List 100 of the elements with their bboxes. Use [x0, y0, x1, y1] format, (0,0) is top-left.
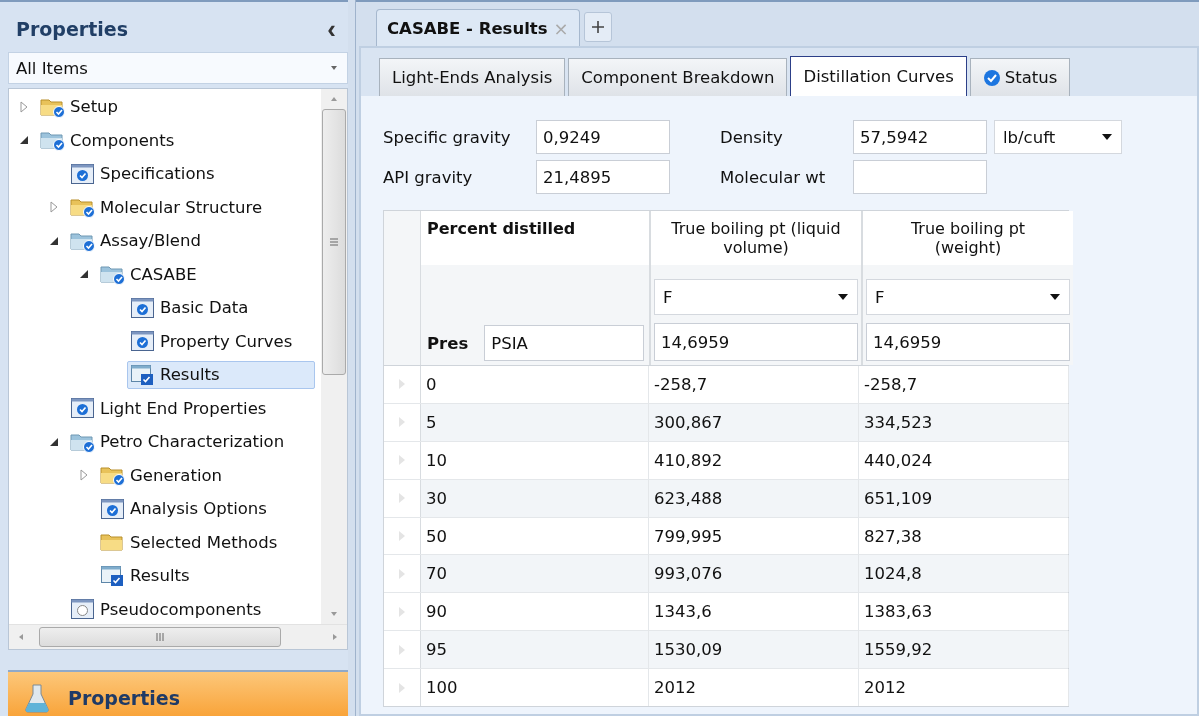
panel-title: Properties — [16, 18, 128, 40]
tree-item[interactable]: Results — [127, 360, 315, 389]
row-arrow-icon[interactable] — [398, 416, 406, 429]
table-cell: 300,867 — [649, 403, 859, 441]
tab[interactable]: Distillation Curves — [790, 56, 967, 96]
input-field[interactable]: 21,4895 — [536, 160, 670, 194]
tree-item[interactable]: Setup — [37, 92, 124, 121]
input-field[interactable]: 57,5942 — [853, 120, 987, 154]
row-arrow-icon[interactable] — [398, 567, 406, 580]
column-header[interactable]: Percent distilled — [421, 211, 649, 265]
folder-check-icon — [100, 263, 126, 286]
scroll-up-arrow-icon[interactable] — [329, 95, 339, 103]
table-cell: 100 — [421, 669, 649, 706]
table-cell: 1024,8 — [859, 555, 1069, 593]
form-icon — [70, 598, 96, 621]
input-field[interactable]: 0,9249 — [536, 120, 670, 154]
table-cell: 90 — [421, 593, 649, 631]
results-icon — [100, 564, 126, 587]
field-label: Molecular wt — [720, 167, 827, 187]
table-cell: 70 — [421, 555, 649, 593]
grip-icon[interactable] — [329, 237, 339, 247]
row-arrow-icon[interactable] — [398, 643, 406, 656]
tree-item[interactable]: Pseudocomponents — [67, 595, 267, 624]
unit-dropdown[interactable]: F — [866, 279, 1070, 315]
input-field[interactable]: PSIA — [484, 325, 645, 361]
table-cell: 799,995 — [649, 517, 859, 555]
tree-item[interactable]: Light End Properties — [67, 394, 272, 423]
form-check-icon — [70, 397, 96, 420]
grip-icon[interactable] — [155, 632, 165, 642]
input-field[interactable]: 14,6959 — [866, 323, 1070, 361]
table-cell: 95 — [421, 631, 649, 669]
table-cell: 827,38 — [859, 517, 1069, 555]
plus-icon — [590, 20, 605, 34]
field-label: Pres — [427, 333, 469, 353]
tree-item[interactable]: Specifications — [67, 159, 220, 188]
filter-dropdown[interactable]: All Items — [8, 52, 348, 84]
table-cell: 1559,92 — [859, 631, 1069, 669]
form-check-icon — [130, 296, 156, 319]
navigation-pane-button[interactable]: Properties — [8, 672, 348, 716]
folder-check-icon — [100, 464, 126, 487]
table-cell: 1383,63 — [859, 593, 1069, 631]
tree-item[interactable]: Property Curves — [127, 327, 298, 356]
folder-check-icon — [70, 196, 96, 219]
folder-icon — [100, 531, 126, 554]
table-cell: -258,7 — [649, 366, 859, 403]
form-check-icon — [130, 330, 156, 353]
column-header[interactable]: True boiling pt (liquid volume) — [651, 211, 861, 265]
table-cell: 1530,09 — [649, 631, 859, 669]
dropdown-arrow-icon — [1101, 133, 1113, 141]
row-arrow-icon[interactable] — [398, 605, 406, 618]
unit-dropdown[interactable]: lb/cuft — [994, 120, 1122, 154]
row-arrow-icon[interactable] — [398, 454, 406, 467]
row-arrow-icon[interactable] — [398, 530, 406, 542]
table-cell: 651,109 — [859, 479, 1069, 517]
vertical-scrollbar[interactable] — [321, 89, 347, 624]
new-tab-button[interactable] — [583, 12, 612, 42]
table-cell: 2012 — [649, 669, 859, 706]
tree-item[interactable]: Analysis Options — [97, 494, 272, 523]
folder-check-icon — [40, 129, 66, 152]
table-cell: -258,7 — [859, 366, 1069, 403]
table-cell: 10 — [421, 441, 649, 479]
dropdown-arrow-icon — [329, 65, 339, 71]
collapse-button[interactable]: ‹ — [321, 16, 342, 42]
column-header[interactable]: True boiling pt (weight) — [863, 211, 1073, 265]
table-cell: 50 — [421, 517, 649, 555]
tree-item[interactable]: Petro Characterization — [67, 427, 290, 456]
table-cell: 5 — [421, 403, 649, 441]
row-arrow-icon[interactable] — [398, 378, 406, 391]
tree-item[interactable]: Selected Methods — [97, 528, 283, 557]
field-label: Density — [720, 127, 784, 147]
table-cell: 623,488 — [649, 479, 859, 517]
tree-item[interactable]: Assay/Blend — [67, 226, 206, 255]
scroll-left-arrow-icon[interactable] — [17, 632, 25, 642]
input-field[interactable]: 14,6959 — [654, 323, 858, 361]
table-cell: 334,523 — [859, 403, 1069, 441]
scroll-right-arrow-icon[interactable] — [331, 632, 339, 642]
tree-item[interactable]: Molecular Structure — [67, 193, 268, 222]
flask-icon — [24, 683, 50, 713]
tree-item[interactable]: CASABE — [97, 260, 202, 289]
tree-item[interactable]: Results — [97, 561, 195, 590]
horizontal-scrollbar[interactable] — [9, 624, 347, 649]
table-cell: 0 — [421, 366, 649, 403]
row-arrow-icon[interactable] — [398, 492, 406, 505]
document-tab[interactable]: CASABE - Results × — [376, 9, 580, 46]
tree-item[interactable]: Basic Data — [127, 293, 254, 322]
tab[interactable]: Component Breakdown — [568, 58, 788, 96]
tree-item[interactable]: Components — [37, 126, 180, 155]
tree-item[interactable]: Generation — [97, 461, 228, 490]
results-icon — [130, 363, 156, 386]
tab[interactable]: Light-Ends Analysis — [379, 58, 566, 96]
row-arrow-icon[interactable] — [398, 681, 406, 694]
unit-dropdown[interactable]: F — [654, 279, 858, 315]
tab[interactable]: Status — [969, 58, 1071, 96]
table-cell: 410,892 — [649, 441, 859, 479]
scroll-down-arrow-icon[interactable] — [329, 610, 339, 618]
check-circle-icon — [982, 68, 1001, 87]
table-cell: 440,024 — [859, 441, 1069, 479]
input-field[interactable] — [853, 160, 987, 194]
table-cell: 993,076 — [649, 555, 859, 593]
table-cell: 30 — [421, 479, 649, 517]
